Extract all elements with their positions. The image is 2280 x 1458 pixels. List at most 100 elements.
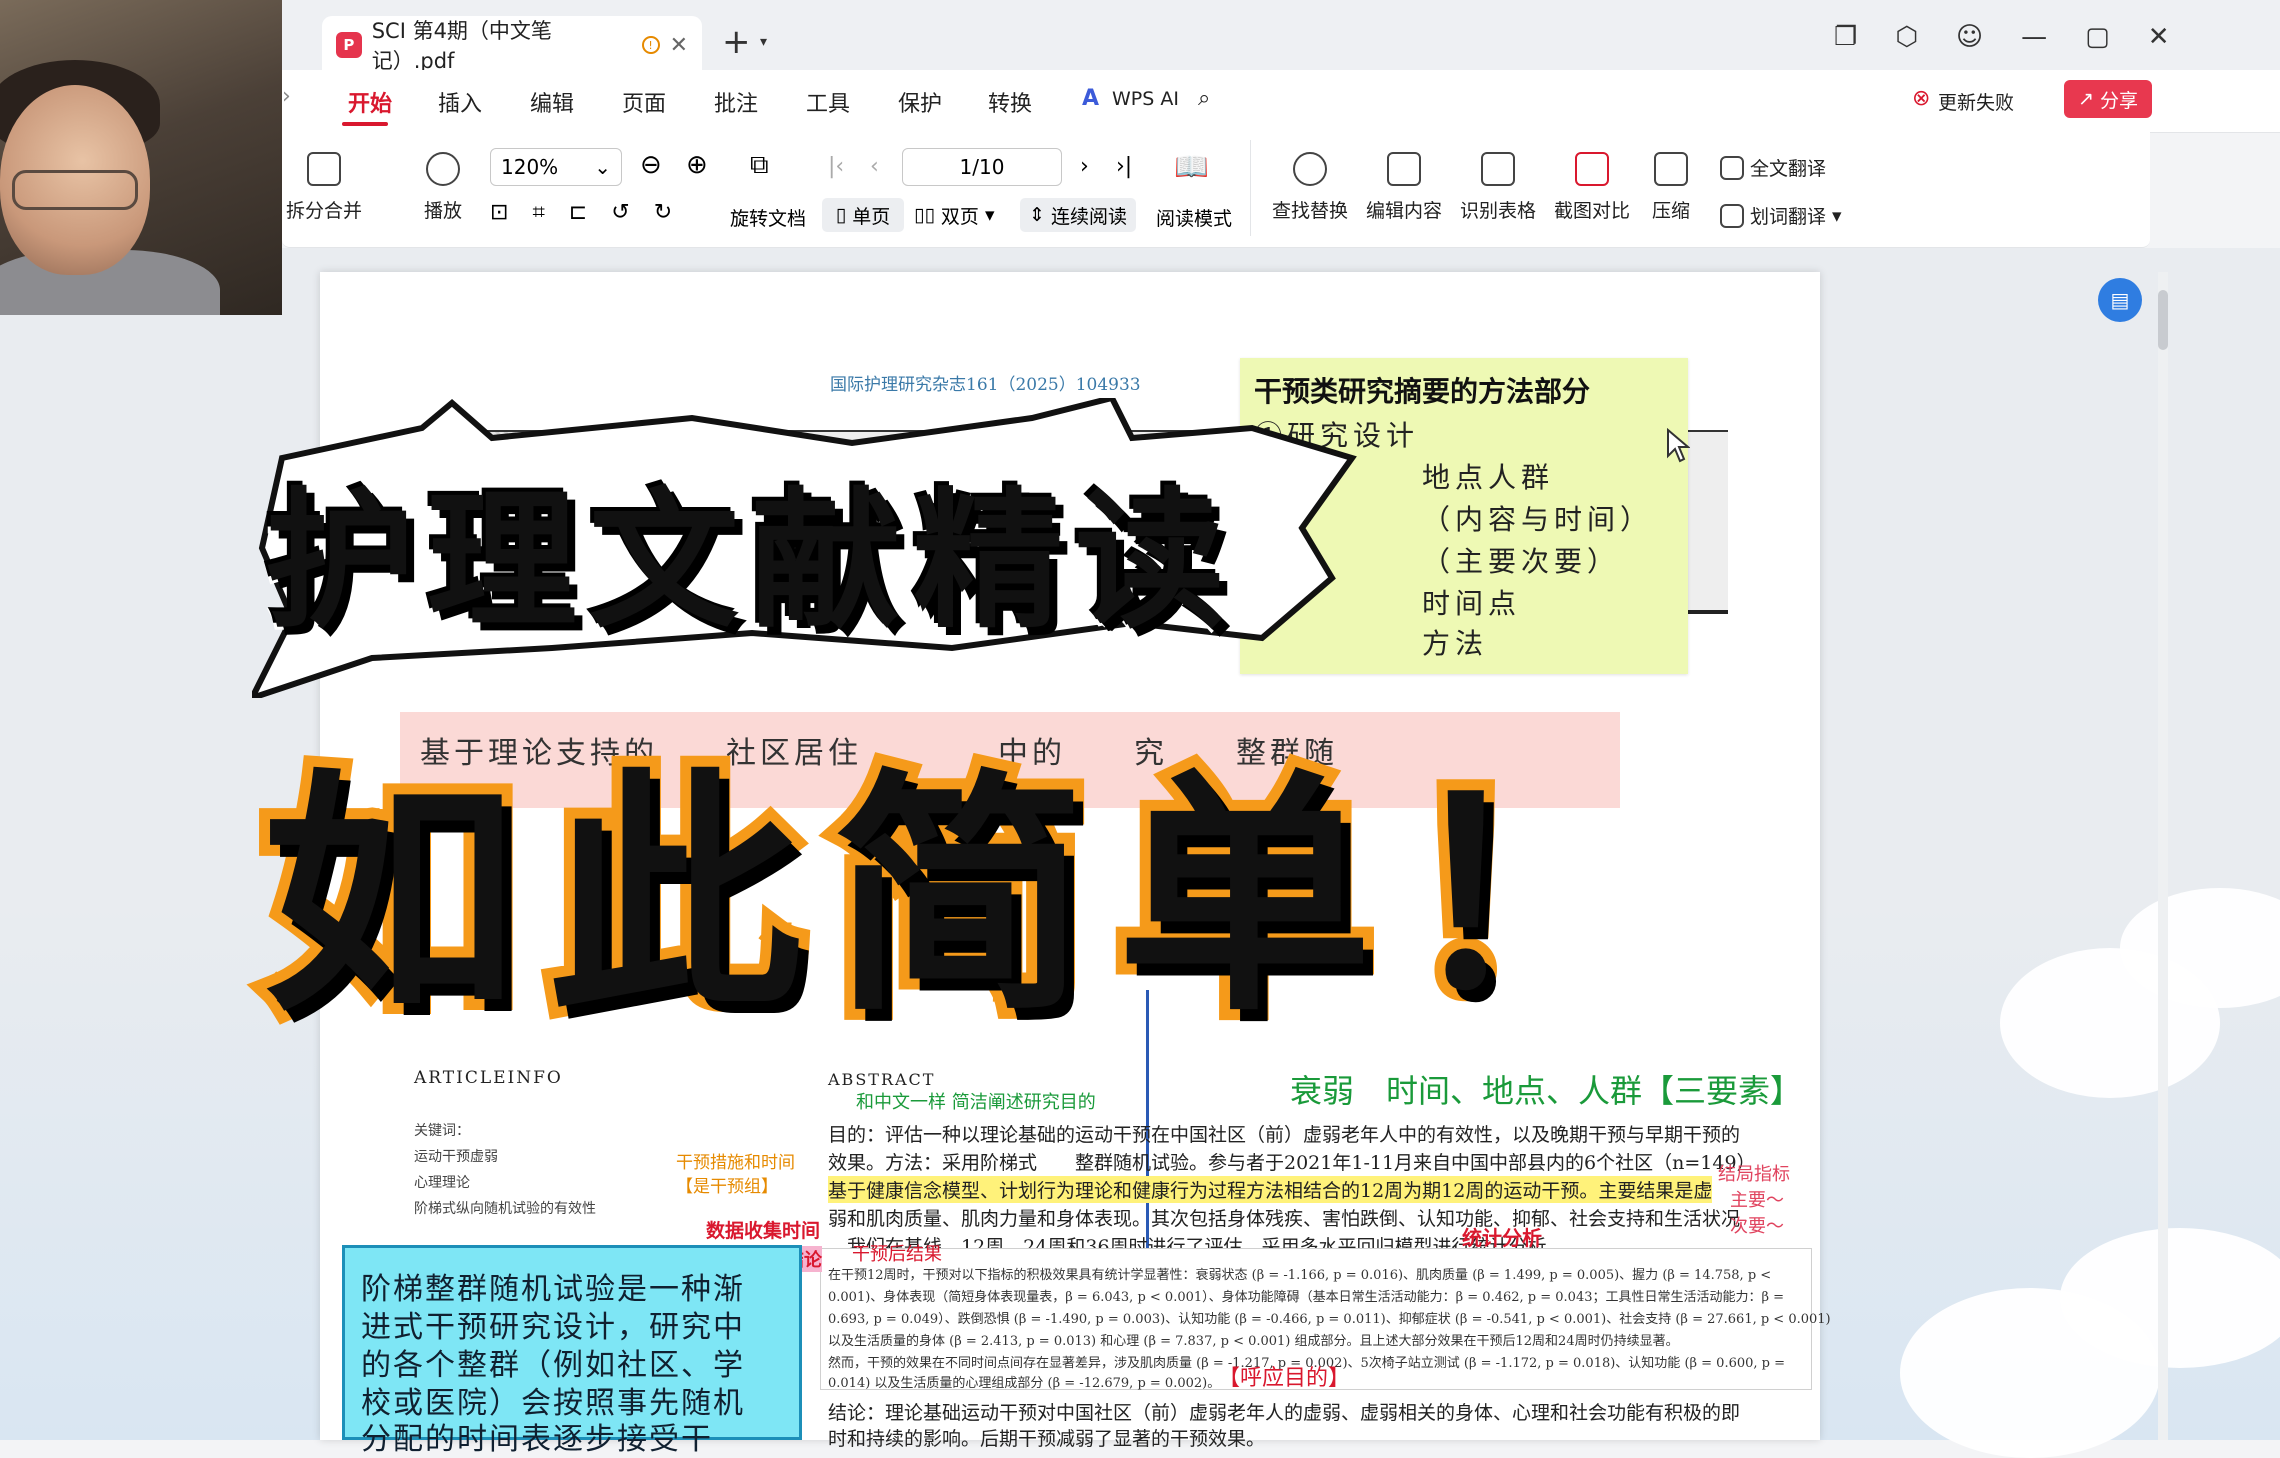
- vertical-scrollbar[interactable]: [2158, 272, 2168, 1440]
- chevron-down-icon: ▾: [984, 204, 995, 226]
- next-page-icon[interactable]: ›: [1080, 154, 1089, 179]
- menu-insert[interactable]: 插入: [438, 86, 482, 118]
- fit-width-icon[interactable]: ⊏: [569, 200, 587, 225]
- edit-content-label: 编辑内容: [1366, 200, 1443, 222]
- new-tab-icon[interactable]: +: [722, 22, 751, 62]
- chevron-down-icon: ⌄: [594, 155, 611, 179]
- select-icon[interactable]: ⧉: [750, 150, 769, 181]
- search-icon[interactable]: ⌕: [1198, 86, 1210, 111]
- menu-convert[interactable]: 转换: [988, 86, 1032, 118]
- wps-ai-button[interactable]: WPS AI: [1112, 88, 1179, 110]
- share-label: 分享: [2099, 89, 2138, 112]
- wps-ai-icon[interactable]: A: [1082, 86, 1099, 111]
- word-translate-label: 划词翻译: [1750, 206, 1827, 228]
- keyword: 阶梯式纵向随机试验的有效性: [414, 1201, 596, 1217]
- double-page-button[interactable]: ▯▯ 双页 ▾: [914, 198, 994, 232]
- floating-assistant-icon[interactable]: ▤: [2098, 278, 2142, 322]
- play-button[interactable]: 播放: [424, 152, 462, 223]
- screenshot-compare-label: 截图对比: [1554, 200, 1631, 222]
- compress-button[interactable]: 压缩: [1652, 152, 1690, 223]
- minimize-icon[interactable]: —: [2021, 22, 2047, 52]
- zoom-out-icon[interactable]: ⊖: [640, 150, 662, 180]
- previous-page-icon[interactable]: ‹: [870, 154, 879, 179]
- result-line: 以及生活质量的身体 (β = 2.413, p = 0.013) 和心理 (β …: [828, 1334, 1679, 1349]
- menu-protect[interactable]: 保护: [898, 86, 942, 118]
- ribbon-toolbar: 拆分合并 播放 120% ⌄ ⊖ ⊕ ⧉ |‹ ‹ 1/10 › ›| 📖 ⊡ …: [282, 132, 2150, 248]
- rotate-document-button[interactable]: 旋转文档: [730, 204, 806, 231]
- overlay-title-line1: 护理文献精读: [262, 472, 1238, 652]
- abstract-line: 目的：评估一种以理论基础的运动干预在中国社区（前）虚弱老年人中的有效性，以及晚期…: [828, 1124, 1741, 1146]
- menu-tools[interactable]: 工具: [806, 86, 850, 118]
- scrollbar-thumb[interactable]: [2158, 290, 2168, 350]
- share-button[interactable]: ↗ 分享: [2064, 80, 2152, 118]
- find-icon: [1293, 152, 1327, 186]
- edit-content-icon: [1387, 152, 1421, 186]
- toolbar-divider: [1250, 140, 1251, 236]
- restore-window-icon[interactable]: ❐: [1834, 22, 1857, 52]
- last-page-icon[interactable]: ›|: [1116, 154, 1132, 179]
- play-icon: [426, 152, 460, 186]
- single-page-icon: ▯: [835, 204, 847, 226]
- article-info-heading: ARTICLEINFO: [414, 1068, 563, 1088]
- edit-content-button[interactable]: 编辑内容: [1366, 152, 1442, 223]
- keywords-label: 关键词：: [414, 1123, 470, 1139]
- alert-icon: ⊗: [1912, 86, 1931, 111]
- cyan-note[interactable]: 阶梯整群随机试验是一种渐 进式干预研究设计，研究中 的各个整群（例如社区、学 校…: [342, 1245, 802, 1457]
- full-translate-label: 全文翻译: [1750, 158, 1827, 180]
- cyan-note-line: 分配的时间表逐步接受干: [361, 1422, 713, 1457]
- update-failed-status[interactable]: 更新失败: [1938, 88, 2014, 115]
- handwritten-note: 数据收集时间: [706, 1220, 821, 1242]
- document-tab[interactable]: P SCI 第4期（中文笔记）.pdf ! ✕: [322, 16, 702, 74]
- fit-page-icon[interactable]: ⊡: [490, 200, 508, 225]
- zoom-in-icon[interactable]: ⊕: [686, 150, 708, 180]
- continuous-read-button[interactable]: ⇕ 连续阅读: [1020, 198, 1136, 232]
- window-controls: ❐ ⬡ ☺ — ▢ ✕: [1834, 22, 2170, 52]
- conclusion-line: 结论：理论基础运动干预对中国社区（前）虚弱老年人的虚弱、虚弱相关的身体、心理和社…: [828, 1402, 1741, 1424]
- handwritten-note: 干预后结果: [852, 1244, 942, 1265]
- abstract-line: 基于健康信念模型、计划行为理论和健康行为过程方法相结合的12周为期12周的运动干…: [828, 1176, 1713, 1203]
- cube-icon[interactable]: ⬡: [1895, 22, 1918, 52]
- table-icon: [1481, 152, 1515, 186]
- rotate-right-icon[interactable]: ↻: [654, 200, 672, 225]
- find-replace-button[interactable]: 查找替换: [1272, 152, 1348, 223]
- menu-page[interactable]: 页面: [622, 86, 666, 118]
- crop-icon[interactable]: ⌗: [532, 200, 544, 225]
- screenshot-compare-button[interactable]: 截图对比: [1554, 152, 1630, 223]
- handwritten-note: 衰弱 时间、地点、人群【三要素】: [1290, 1072, 1803, 1110]
- page-number-input[interactable]: 1/10: [902, 148, 1062, 186]
- pdf-file-icon: P: [336, 32, 362, 58]
- presenter-glasses: [12, 170, 138, 210]
- book-icon[interactable]: 📖: [1174, 150, 1209, 183]
- close-tab-icon[interactable]: ✕: [670, 33, 688, 58]
- close-window-icon[interactable]: ✕: [2148, 22, 2170, 52]
- result-line: 0.693, p = 0.049）、跌倒恐惧 (β = -1.490, p = …: [828, 1312, 1831, 1327]
- double-page-label: 双页: [940, 205, 979, 228]
- full-translate-button[interactable]: 全文翻译: [1720, 154, 1826, 181]
- menu-overflow-icon[interactable]: ›: [282, 84, 291, 109]
- split-merge-icon: [307, 152, 341, 186]
- maximize-icon[interactable]: ▢: [2085, 22, 2110, 52]
- split-merge-button[interactable]: 拆分合并: [286, 152, 362, 223]
- single-page-button[interactable]: ▯ 单页: [822, 198, 904, 232]
- chevron-down-icon[interactable]: ▾: [760, 34, 767, 50]
- read-mode-button[interactable]: 阅读模式: [1156, 204, 1232, 231]
- first-page-icon[interactable]: |‹: [828, 154, 844, 179]
- sticky-note-line: （内容与时间）: [1422, 503, 1654, 536]
- word-translate-button[interactable]: 划词翻译 ▾: [1720, 202, 1842, 229]
- menu-edit[interactable]: 编辑: [530, 86, 574, 118]
- menu-annotate[interactable]: 批注: [714, 86, 758, 118]
- continuous-icon: ⇕: [1029, 204, 1045, 226]
- overlay-title-line2: 如此简单！: [251, 738, 1688, 1057]
- split-merge-label: 拆分合并: [286, 200, 363, 222]
- menu-home[interactable]: 开始: [348, 86, 392, 118]
- sticky-note-line: （主要次要）: [1422, 545, 1621, 578]
- handwritten-note: 和中文一样 简洁阐述研究目的: [856, 1092, 1096, 1113]
- recognize-table-button[interactable]: 识别表格: [1460, 152, 1536, 223]
- keyword: 运动干预虚弱: [414, 1149, 498, 1165]
- rotate-left-icon[interactable]: ↺: [611, 200, 629, 225]
- background-cloud: [1900, 1288, 2160, 1458]
- abstract-heading: ABSTRACT: [828, 1070, 936, 1089]
- zoom-select[interactable]: 120% ⌄: [490, 148, 622, 186]
- avatar[interactable]: ☺: [1956, 22, 1983, 52]
- handwritten-note: 【是干预组】: [676, 1177, 778, 1197]
